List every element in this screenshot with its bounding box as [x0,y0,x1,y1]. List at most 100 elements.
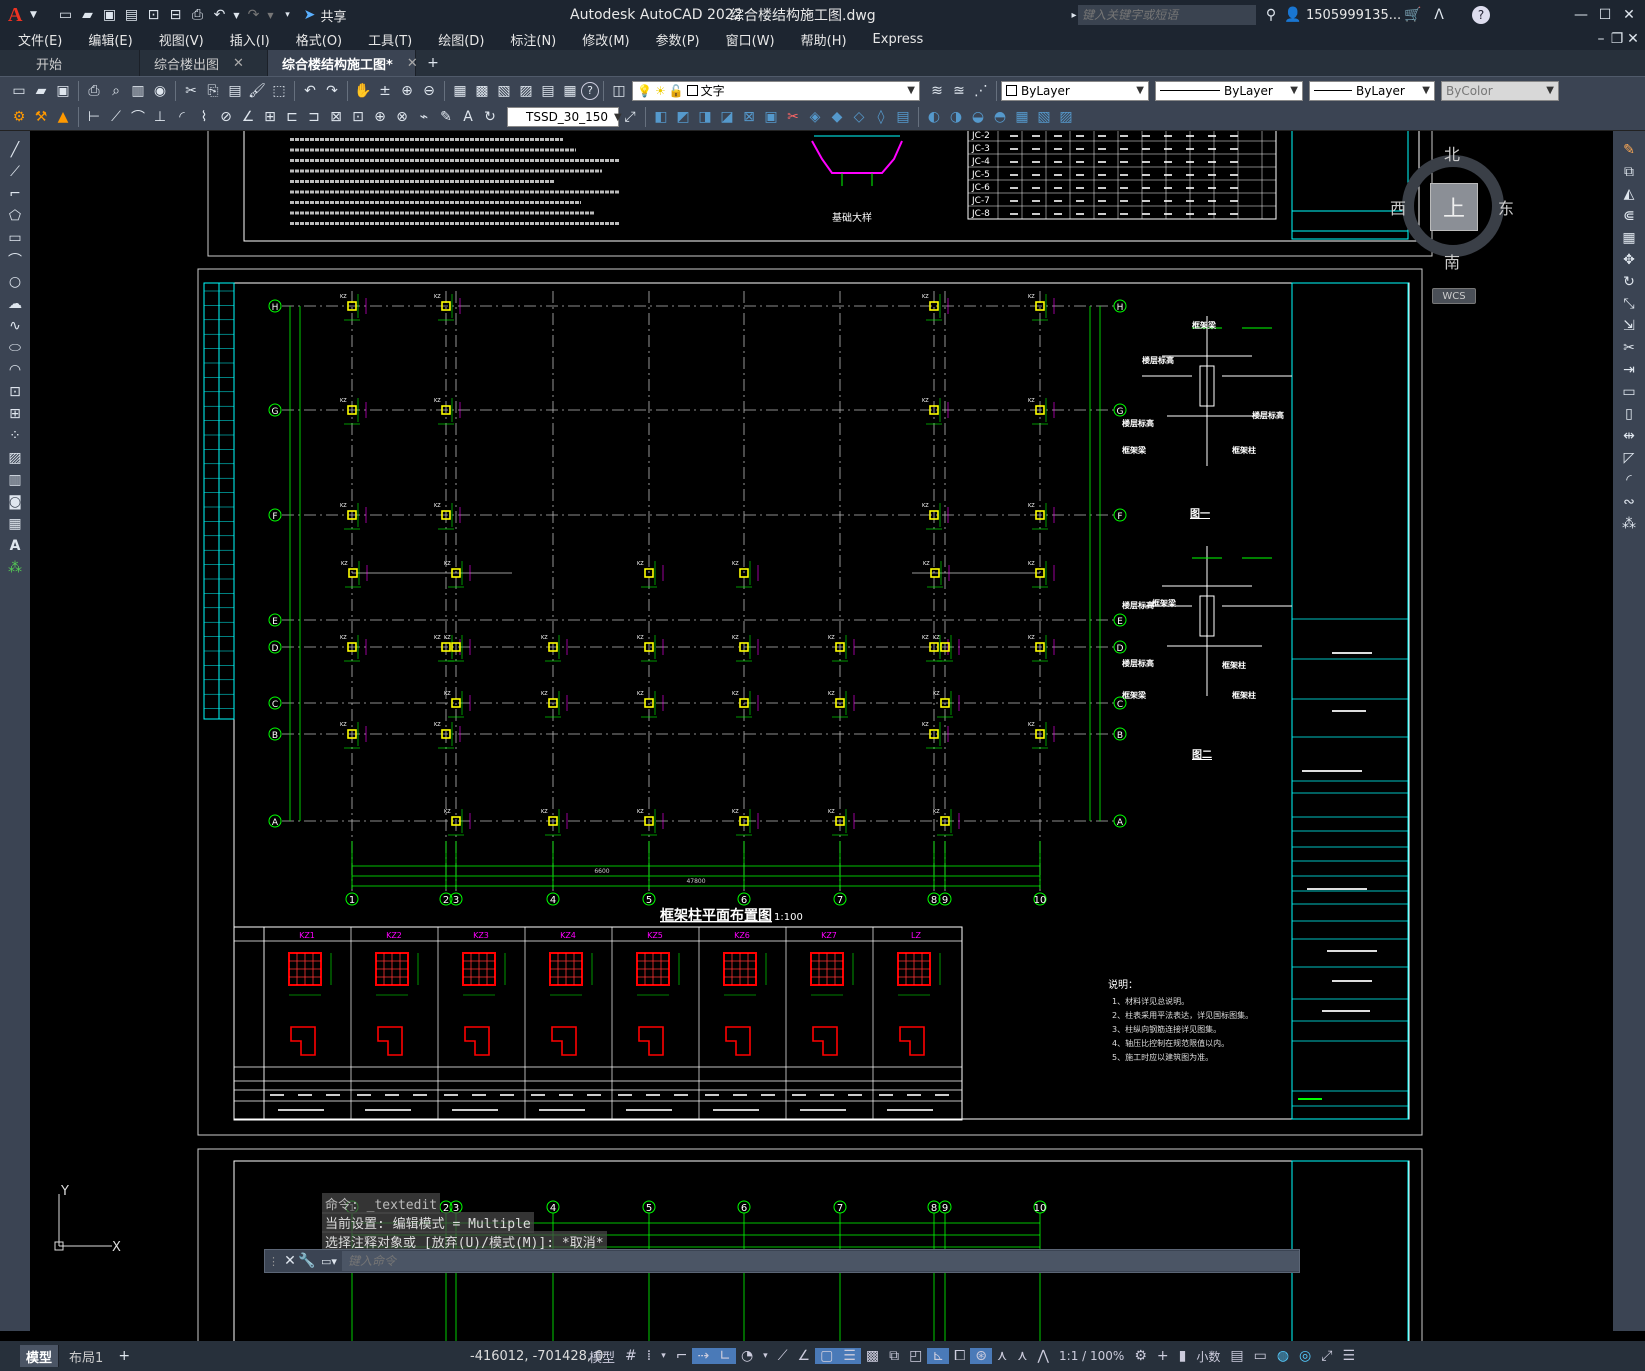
pan-icon[interactable]: ✋ [352,80,374,102]
dim-diameter-icon[interactable]: ⊘ [215,106,237,128]
doc-close-icon[interactable]: ✕ [1622,28,1644,50]
explode-icon[interactable]: ⁂ [1618,513,1640,535]
make-current-icon[interactable]: ≋ [926,80,948,102]
menu-view[interactable]: 视图(V) [146,30,217,49]
hatch-icon[interactable]: ▨ [4,447,26,469]
dim-edit-icon[interactable]: ✎ [435,106,457,128]
dim-linear-icon[interactable]: ⊢ [83,106,105,128]
dim-jogged-icon[interactable]: ⌇ [193,106,215,128]
redo-dropdown-icon[interactable]: ▼ [264,4,276,26]
command-recent-icon[interactable]: ▭▾ [316,1250,342,1272]
mtext-icon[interactable]: A [4,535,26,557]
modify-tool-icon[interactable]: ◒ [967,106,989,128]
zoom-realtime-icon[interactable]: ± [374,80,396,102]
dim-arc-icon[interactable]: ⌒ [127,106,149,128]
lock-ui-icon[interactable]: ▭ [1249,1348,1272,1364]
join-icon[interactable]: ⇹ [1618,425,1640,447]
point-icon[interactable]: ⁘ [4,425,26,447]
offset-icon[interactable]: ⋐ [1618,205,1640,227]
save-icon[interactable]: ▣ [98,4,120,26]
command-grip-icon[interactable]: ⋮ [265,1255,282,1268]
redo-icon[interactable]: ↷ [242,4,264,26]
menu-insert[interactable]: 插入(I) [217,30,283,49]
new-tab-icon[interactable]: + [422,52,444,74]
snap-dropdown-icon[interactable]: ▾ [656,1351,671,1361]
undo-icon[interactable]: ↶ [208,4,230,26]
modify-tool-icon[interactable]: ◓ [989,106,1011,128]
tab-drawing-1[interactable]: 综合楼出图 ✕ [140,50,268,76]
workspace-icon[interactable]: ⚙ [8,106,30,128]
menu-dimension[interactable]: 标注(N) [497,30,569,49]
tool-icon[interactable]: ▲ [52,106,74,128]
menu-draw[interactable]: 绘图(D) [425,30,497,49]
break-at-point-icon[interactable]: ▯ [1618,403,1640,425]
dim-aligned-icon[interactable]: ⟋ [105,106,127,128]
modify-tool-icon[interactable]: ▣ [760,106,782,128]
modify-tool-icon[interactable]: ◈ [804,106,826,128]
line-icon[interactable]: ╱ [4,139,26,161]
dim-baseline-icon[interactable]: ⊏ [281,106,303,128]
stretch-icon[interactable]: ⇲ [1618,315,1640,337]
construction-line-icon[interactable]: ⟋ [4,161,26,183]
maximize-icon[interactable]: ☐ [1594,4,1616,26]
tab-start[interactable]: 开始 [0,50,140,76]
menu-modify[interactable]: 修改(M) [569,30,642,49]
dyn-ucs-icon[interactable]: ⊾ [927,1348,950,1364]
ortho-icon[interactable]: ∟ [714,1348,736,1364]
lineweight-icon[interactable]: ☰ [838,1348,861,1364]
modify-tool-icon[interactable]: ⊠ [738,106,760,128]
customize-icon[interactable]: ☰ [1337,1348,1360,1364]
polar-icon[interactable]: ◔ [736,1348,758,1364]
region-icon[interactable]: ◙ [4,491,26,513]
help-icon[interactable]: ? [581,81,599,100]
ellipse-icon[interactable]: ⬭ [4,337,26,359]
revcloud-icon[interactable]: ☁ [4,293,26,315]
match-icon[interactable]: 🖌 [246,80,268,102]
help-icon[interactable]: ? [1472,6,1490,24]
layer-match-icon[interactable]: ⋰ [970,80,992,102]
modify-tool-icon[interactable]: ◑ [945,106,967,128]
markup-icon[interactable]: ▤ [537,80,559,102]
modify-tool-icon[interactable]: ▧ [1033,106,1055,128]
ellipse-arc-icon[interactable]: ◠ [4,359,26,381]
modify-tool-icon[interactable]: ◇ [848,106,870,128]
undo-icon[interactable]: ↶ [299,80,321,102]
model-space-button[interactable]: 模型 [584,1347,620,1366]
modify-tool-icon[interactable]: ◨ [694,106,716,128]
scale-icon[interactable]: ⤡ [1618,293,1640,315]
dimstyle-dropdown[interactable]: TSSD_30_150 ▼ [507,107,622,127]
cart-icon[interactable]: 🛒 [1402,4,1424,26]
add-icon[interactable]: + [1152,1348,1174,1364]
zoom-window-icon[interactable]: ⊕ [396,80,418,102]
array-icon[interactable]: ▦ [1618,227,1640,249]
wcs-menu[interactable]: WCS [1432,288,1476,304]
undo-dropdown-icon[interactable]: ▼ [230,4,242,26]
layer-dropdown[interactable]: 💡 ☀ 🔓 文字 ▼ [632,80,920,101]
close-icon[interactable]: ✕ [1618,4,1640,26]
erase-icon[interactable]: ✎ [1618,139,1640,161]
quick-dim-icon[interactable]: ⊞ [259,106,281,128]
cut-icon[interactable]: ✂ [180,80,202,102]
polyline-icon[interactable]: ⌐ [4,183,26,205]
move-icon[interactable]: ✥ [1618,249,1640,271]
gradient-icon[interactable]: ▥ [4,469,26,491]
save-web-icon[interactable]: ⊟ [164,4,186,26]
compass-east[interactable]: 东 [1498,195,1514,219]
3dprint-icon[interactable]: ◉ [149,80,171,102]
isolate-icon[interactable]: ◍ [1272,1348,1294,1364]
share-button[interactable]: 共享 [320,6,346,25]
annotation-scale-icon[interactable]: ⋀ [1033,1348,1054,1364]
osnap-icon[interactable]: ▢ [815,1348,839,1364]
clean-screen-icon[interactable]: ⤢ [1316,1348,1337,1364]
fillet-icon[interactable]: ◜ [1618,469,1640,491]
modify-tool-icon[interactable]: ✂ [782,106,804,128]
spline-icon[interactable]: ∿ [4,315,26,337]
lineweight-dropdown[interactable]: ByLayer ▼ [1309,80,1435,101]
units-icon[interactable]: ▮ [1174,1348,1192,1364]
sheet-set-icon[interactable]: ▨ [515,80,537,102]
osnap-tracking-icon[interactable]: ∠ [793,1348,816,1364]
mirror-icon[interactable]: ◭ [1618,183,1640,205]
dim-space-icon[interactable]: ⊠ [325,106,347,128]
layer-previous-icon[interactable]: ≊ [948,80,970,102]
logo-dropdown-icon[interactable]: ▼ [22,4,44,26]
